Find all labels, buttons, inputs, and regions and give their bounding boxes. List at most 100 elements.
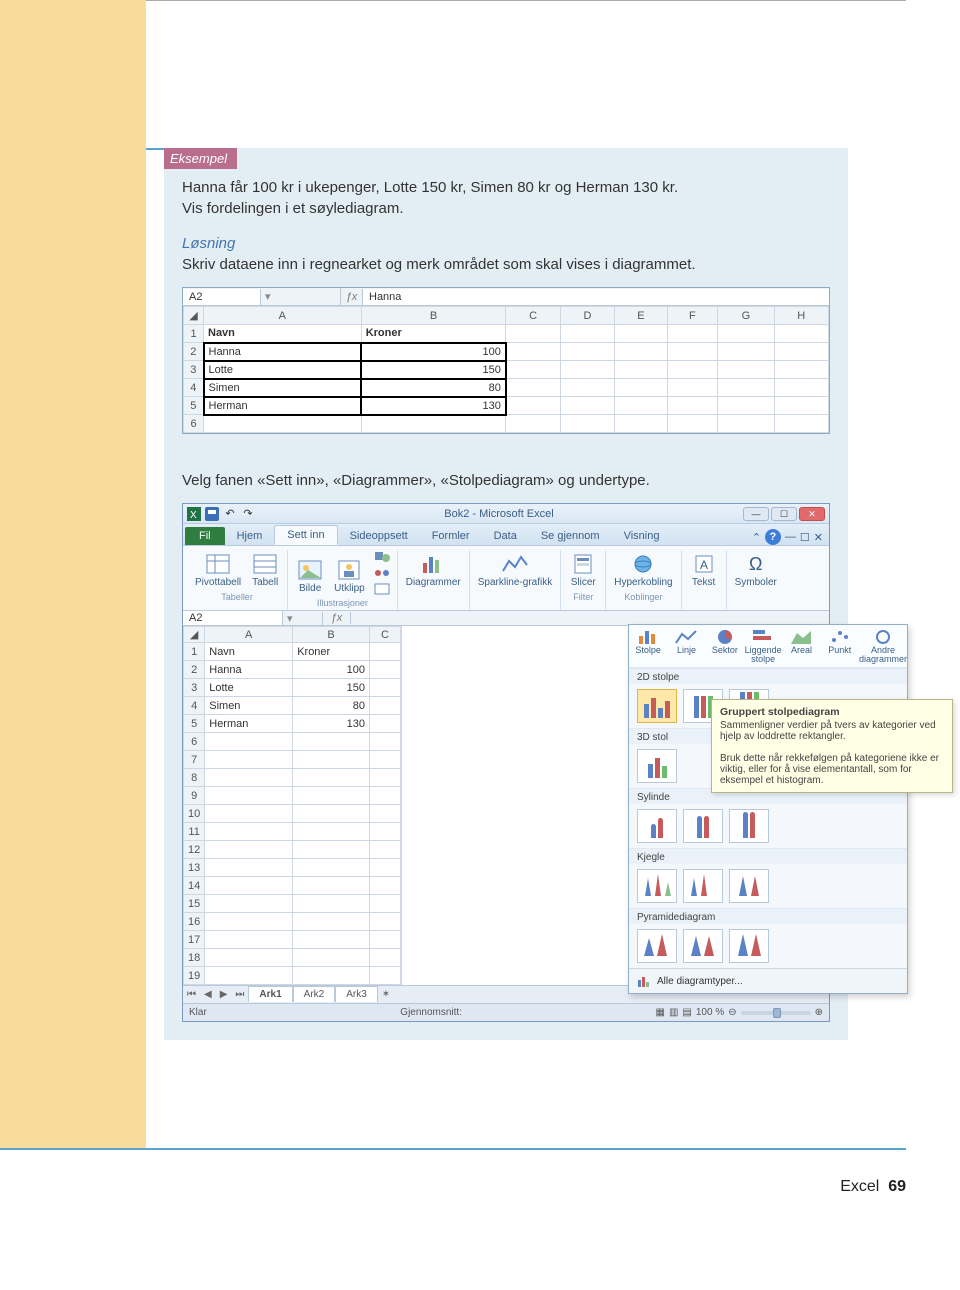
- chart-type-area[interactable]: Areal: [782, 625, 820, 667]
- cell[interactable]: Hanna: [204, 343, 362, 361]
- sparkline-button[interactable]: Sparkline-grafikk: [476, 550, 554, 590]
- zoom-in-button[interactable]: ⊕: [815, 1007, 823, 1018]
- col-header[interactable]: C: [506, 307, 560, 325]
- smartart-icon[interactable]: [373, 566, 391, 580]
- col-header[interactable]: A: [205, 627, 293, 643]
- minimize-button[interactable]: —: [743, 507, 769, 521]
- table-button[interactable]: Tabell: [249, 550, 281, 590]
- tab-review[interactable]: Se gjennom: [529, 527, 612, 545]
- name-box-dropdown[interactable]: ▾: [283, 612, 323, 625]
- tab-view[interactable]: Visning: [612, 527, 672, 545]
- clipart-button[interactable]: Utklipp: [332, 556, 367, 596]
- sheet-nav-last[interactable]: ⏭: [231, 989, 248, 1000]
- sheet-tab[interactable]: Ark2: [293, 986, 336, 1002]
- select-all-cell[interactable]: ◢: [184, 307, 204, 325]
- sheet-tab[interactable]: Ark3: [335, 986, 378, 1002]
- col-header[interactable]: H: [774, 307, 828, 325]
- maximize-button[interactable]: ☐: [771, 507, 797, 521]
- new-sheet-icon[interactable]: ✶: [378, 989, 394, 1000]
- sheet-tab[interactable]: Ark1: [248, 986, 292, 1002]
- chart-thumb-cone[interactable]: [637, 869, 677, 903]
- close-button[interactable]: ✕: [799, 507, 825, 521]
- cell[interactable]: Kroner: [361, 325, 506, 343]
- tab-home[interactable]: Hjem: [225, 527, 275, 545]
- text-button[interactable]: A Tekst: [688, 550, 720, 590]
- cell[interactable]: Simen: [204, 379, 362, 397]
- name-box[interactable]: A2: [183, 611, 283, 625]
- shapes-icon[interactable]: [373, 550, 391, 564]
- sheet-nav-next[interactable]: ▶: [216, 989, 232, 1000]
- chart-thumb-cylinder[interactable]: [683, 809, 723, 843]
- chart-thumb-clustered-column[interactable]: [637, 689, 677, 723]
- col-header[interactable]: G: [718, 307, 774, 325]
- chart-type-column[interactable]: Stolpe: [629, 625, 667, 667]
- tab-page-layout[interactable]: Sideoppsett: [338, 527, 420, 545]
- pivot-table-button[interactable]: Pivottabell: [193, 550, 243, 590]
- row-header[interactable]: 4: [184, 379, 204, 397]
- tab-data[interactable]: Data: [482, 527, 529, 545]
- help-icon[interactable]: ?: [765, 529, 781, 545]
- slicer-button[interactable]: Slicer: [567, 550, 599, 590]
- spreadsheet-grid[interactable]: ◢ A B C D E F G H 1 Navn Kroner: [183, 306, 829, 433]
- tab-formulas[interactable]: Formler: [420, 527, 482, 545]
- minimize-ribbon-icon[interactable]: ⌃: [752, 531, 761, 544]
- sheet-nav-first[interactable]: ⏮: [183, 989, 200, 1000]
- chart-type-bar[interactable]: Liggende stolpe: [744, 625, 782, 667]
- col-header[interactable]: B: [293, 627, 370, 643]
- formula-bar[interactable]: Hanna: [363, 289, 829, 305]
- symbols-button[interactable]: Ω Symboler: [733, 550, 779, 590]
- screenshot-icon[interactable]: [373, 582, 391, 596]
- view-normal-icon[interactable]: ▦: [656, 1007, 665, 1018]
- row-header[interactable]: 5: [184, 397, 204, 415]
- chart-thumb-pyramid[interactable]: [729, 929, 769, 963]
- redo-icon[interactable]: ↷: [241, 507, 255, 521]
- chart-type-other[interactable]: Andre diagrammer: [859, 625, 907, 667]
- view-layout-icon[interactable]: ▥: [669, 1007, 678, 1018]
- col-header[interactable]: A: [204, 307, 362, 325]
- sheet-nav-prev[interactable]: ◀: [200, 989, 216, 1000]
- charts-button[interactable]: Diagrammer: [404, 550, 463, 590]
- col-header[interactable]: E: [615, 307, 667, 325]
- tab-insert[interactable]: Sett inn: [274, 525, 337, 545]
- cell[interactable]: 130: [361, 397, 506, 415]
- hyperlink-button[interactable]: Hyperkobling: [612, 550, 674, 590]
- name-box-dropdown[interactable]: ▾: [261, 288, 341, 305]
- row-header[interactable]: 2: [184, 343, 204, 361]
- zoom-slider[interactable]: [741, 1011, 811, 1015]
- mdi-minimize-icon[interactable]: —: [785, 531, 796, 543]
- cell[interactable]: 150: [361, 361, 506, 379]
- col-header[interactable]: F: [667, 307, 718, 325]
- gallery-footer[interactable]: Alle diagramtyper...: [629, 968, 907, 993]
- chart-thumb-cone[interactable]: [729, 869, 769, 903]
- row-header[interactable]: 6: [184, 415, 204, 433]
- chart-thumb-cylinder[interactable]: [637, 809, 677, 843]
- row-header[interactable]: 3: [184, 361, 204, 379]
- chart-thumb-cone[interactable]: [683, 869, 723, 903]
- sheet-blank-area[interactable]: Stolpe Linje Sektor Liggende stolpe Area…: [401, 626, 829, 985]
- chart-thumb-pyramid[interactable]: [683, 929, 723, 963]
- col-header[interactable]: B: [361, 307, 506, 325]
- cell[interactable]: Lotte: [204, 361, 362, 379]
- sheet-grid[interactable]: ◢ A B C 1NavnKroner 2Hanna100 3Lotte150 …: [183, 626, 401, 985]
- chart-thumb-pyramid[interactable]: [637, 929, 677, 963]
- row-header[interactable]: 1: [184, 325, 204, 343]
- col-header[interactable]: C: [370, 627, 401, 643]
- chart-type-line[interactable]: Linje: [667, 625, 705, 667]
- mdi-restore-icon[interactable]: ☐: [800, 531, 810, 544]
- cell[interactable]: Herman: [204, 397, 362, 415]
- cell[interactable]: Navn: [204, 325, 362, 343]
- select-all-cell[interactable]: ◢: [184, 627, 205, 643]
- col-header[interactable]: D: [560, 307, 614, 325]
- picture-button[interactable]: Bilde: [294, 556, 326, 596]
- save-icon[interactable]: [205, 507, 219, 521]
- chart-thumb-cylinder[interactable]: [729, 809, 769, 843]
- cell[interactable]: 80: [361, 379, 506, 397]
- undo-icon[interactable]: ↶: [223, 507, 237, 521]
- chart-type-scatter[interactable]: Punkt: [821, 625, 859, 667]
- name-box[interactable]: A2: [183, 289, 261, 305]
- chart-type-pie[interactable]: Sektor: [706, 625, 744, 667]
- tab-file[interactable]: Fil: [185, 527, 225, 545]
- view-pagebreak-icon[interactable]: ▤: [682, 1007, 691, 1018]
- cell[interactable]: 100: [361, 343, 506, 361]
- mdi-close-icon[interactable]: ✕: [814, 531, 823, 544]
